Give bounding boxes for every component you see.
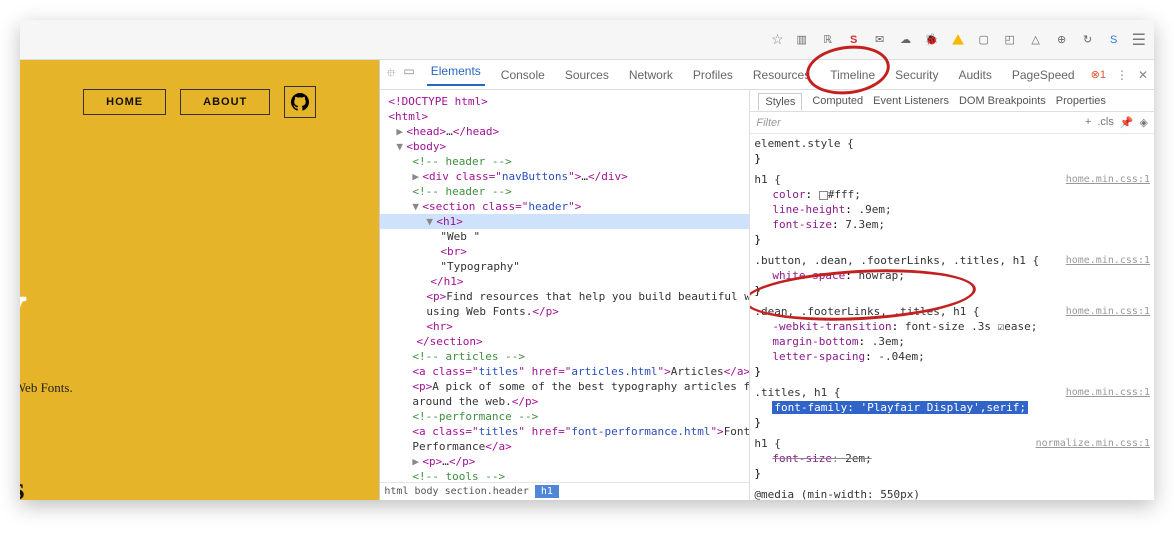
error-count[interactable]: ⊗1 bbox=[1091, 68, 1106, 81]
ext-mail-icon[interactable]: ✉ bbox=[872, 32, 888, 48]
ext-s-icon[interactable]: S bbox=[846, 32, 862, 48]
ext-g-icon[interactable]: ⊕ bbox=[1054, 32, 1070, 48]
tab-security[interactable]: Security bbox=[891, 68, 942, 82]
subtab-listeners[interactable]: Event Listeners bbox=[873, 95, 949, 107]
breadcrumb-item[interactable]: section.header bbox=[445, 486, 529, 497]
tab-console[interactable]: Console bbox=[497, 68, 549, 82]
tab-sources[interactable]: Sources bbox=[561, 68, 613, 82]
chrome-menu-icon[interactable]: ☰ bbox=[1132, 30, 1146, 50]
ext-bug-icon[interactable]: 🐞 bbox=[924, 32, 940, 48]
page-hero-title: )phy bbox=[20, 150, 27, 366]
styles-subtabs: Styles Computed Event Listeners DOM Brea… bbox=[750, 90, 1154, 112]
page-hero-tagline: ebsites using Web Fonts. bbox=[20, 380, 73, 396]
hov-icon[interactable]: ◈ bbox=[1140, 116, 1148, 129]
breadcrumb-item[interactable]: body bbox=[414, 486, 438, 497]
ext-r-icon[interactable]: ℝ bbox=[820, 32, 836, 48]
nav-home-button[interactable]: HOME bbox=[83, 89, 166, 115]
ext-box-icon[interactable]: ▢ bbox=[976, 32, 992, 48]
new-rule-icon[interactable]: + bbox=[1085, 116, 1091, 129]
ext-clip-icon[interactable]: ◰ bbox=[1002, 32, 1018, 48]
cls-toggle[interactable]: .cls bbox=[1097, 116, 1114, 129]
pin-icon[interactable]: 📌 bbox=[1120, 116, 1134, 129]
subtab-breakpoints[interactable]: DOM Breakpoints bbox=[959, 95, 1046, 107]
breadcrumb-item-active[interactable]: h1 bbox=[535, 485, 559, 498]
nav-github-button[interactable] bbox=[284, 86, 316, 118]
page-preview: HOME ABOUT )phy ebsites using Web Fonts.… bbox=[20, 60, 379, 500]
devtools-menu-icon[interactable]: ⋮ bbox=[1116, 68, 1128, 82]
ext-barcode-icon[interactable]: ▥ bbox=[794, 32, 810, 48]
ext-warn-icon[interactable] bbox=[950, 32, 966, 48]
filter-input[interactable]: Filter bbox=[756, 117, 780, 129]
ext-cloud-icon[interactable]: ☁ bbox=[898, 32, 914, 48]
tab-network[interactable]: Network bbox=[625, 68, 677, 82]
tab-profiles[interactable]: Profiles bbox=[689, 68, 737, 82]
breadcrumb-item[interactable]: html bbox=[384, 486, 408, 497]
tab-timeline[interactable]: Timeline bbox=[826, 68, 879, 82]
tab-elements[interactable]: Elements bbox=[427, 64, 485, 86]
dom-tree[interactable]: <!DOCTYPE html> <html> ▶<head>…</head> ▼… bbox=[380, 90, 749, 482]
subtab-styles[interactable]: Styles bbox=[758, 93, 802, 111]
tab-audits[interactable]: Audits bbox=[955, 68, 996, 82]
page-section-heading: s bbox=[20, 470, 24, 500]
nav-about-button[interactable]: ABOUT bbox=[180, 89, 270, 115]
tab-pagespeed[interactable]: PageSpeed bbox=[1008, 68, 1079, 82]
inspect-element-icon[interactable]: ⯐ bbox=[386, 64, 395, 85]
devtools-tabs: ⯐ ▭ Elements Console Sources Network Pro… bbox=[380, 60, 1154, 90]
tab-resources[interactable]: Resources bbox=[749, 68, 814, 82]
devtools-close-icon[interactable]: ✕ bbox=[1138, 68, 1148, 82]
device-toolbar-icon[interactable]: ▭ bbox=[403, 64, 414, 85]
subtab-computed[interactable]: Computed bbox=[812, 95, 863, 107]
css-rules-pane[interactable]: element.style {}home.min.css:1h1 {color:… bbox=[750, 134, 1154, 500]
subtab-properties[interactable]: Properties bbox=[1056, 95, 1106, 107]
ext-s2-icon[interactable]: S bbox=[1106, 32, 1122, 48]
github-icon bbox=[291, 93, 309, 111]
ext-gdrive-icon[interactable]: △ bbox=[1028, 32, 1044, 48]
page-nav: HOME ABOUT bbox=[20, 80, 379, 118]
breadcrumb[interactable]: html body section.header h1 bbox=[380, 482, 749, 500]
bookmark-star-icon[interactable]: ☆ bbox=[771, 31, 784, 48]
ext-sync-icon[interactable]: ↻ bbox=[1080, 32, 1096, 48]
